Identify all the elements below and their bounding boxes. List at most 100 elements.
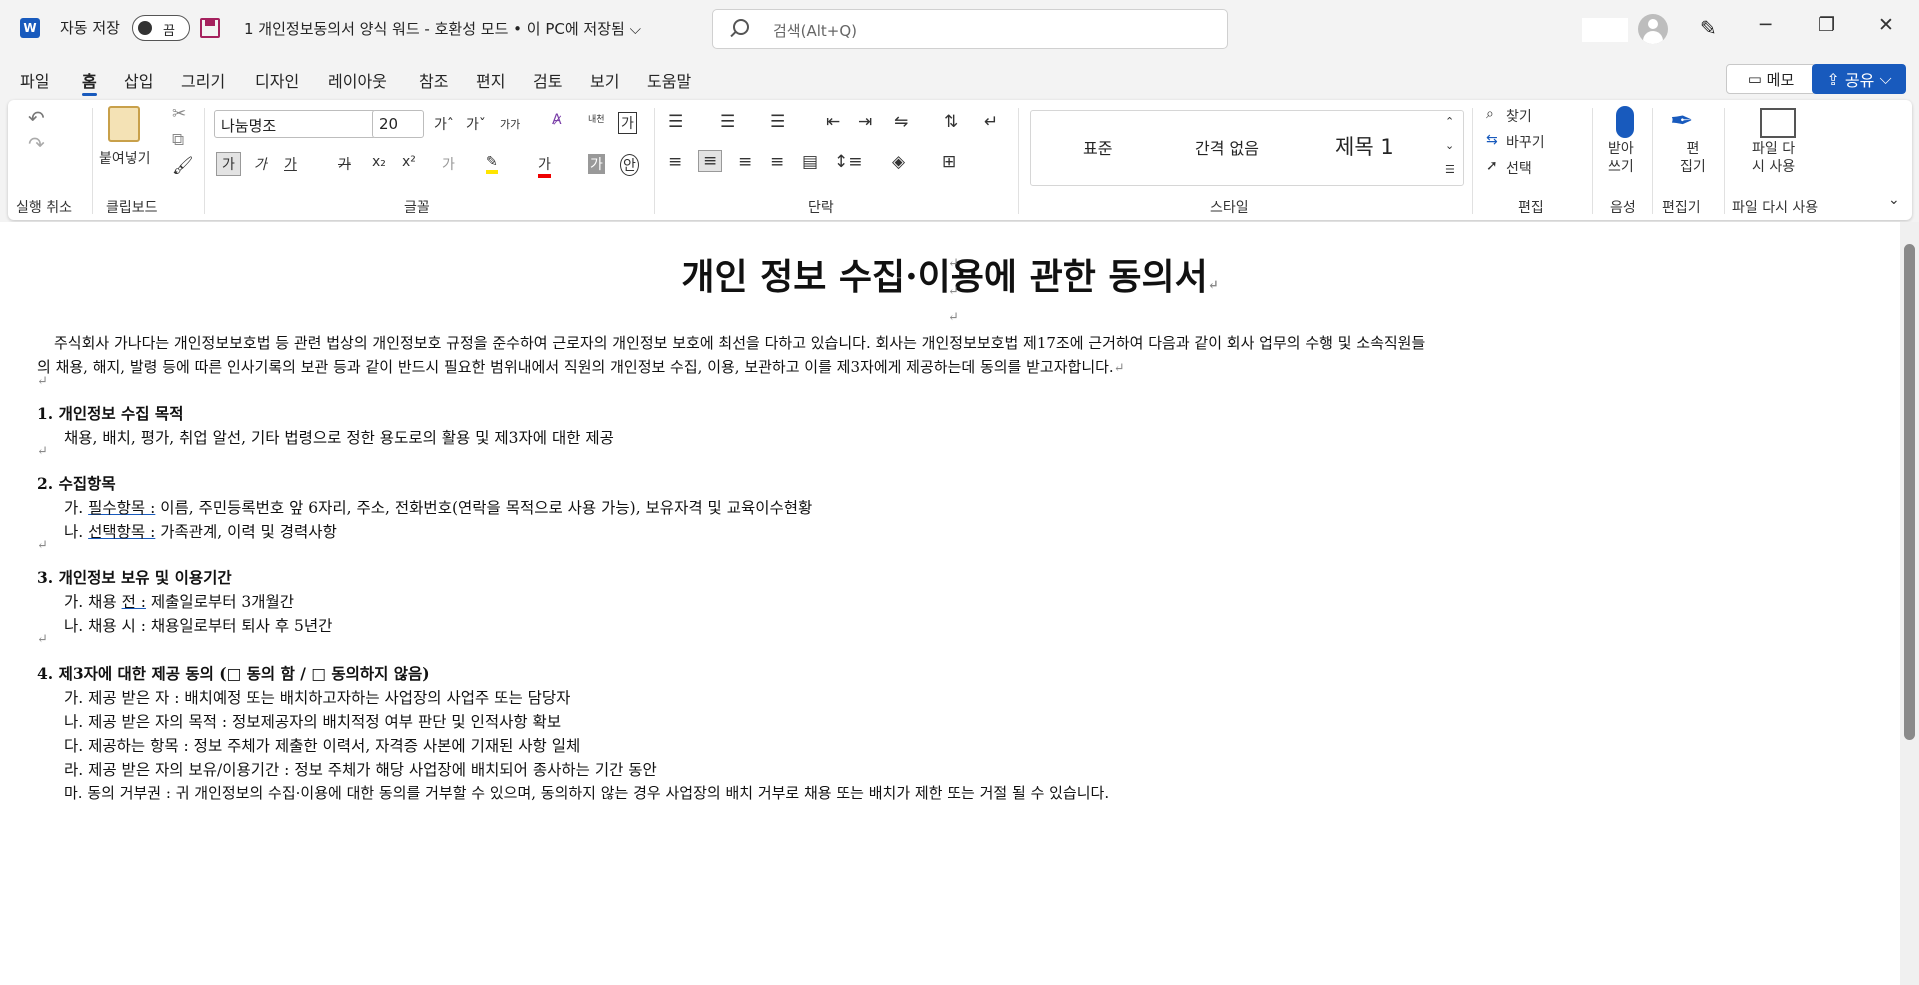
paragraph-mark: ↵	[948, 284, 959, 299]
find-button[interactable]: 찾기	[1506, 106, 1532, 126]
styles-scroll-down[interactable]: ⌄	[1445, 139, 1454, 152]
reuse-file-button[interactable]: 파일 다 시 사용	[1752, 140, 1795, 176]
divider	[1724, 108, 1725, 214]
collapse-ribbon-icon[interactable]: ⌄	[1888, 192, 1900, 208]
memo-button[interactable]: ▭ 메모	[1726, 64, 1816, 94]
item-text: 제출일로부터 3개월간	[145, 593, 295, 611]
copy-icon[interactable]: ⧉	[172, 130, 184, 150]
text-effects-icon[interactable]: 가	[442, 154, 455, 174]
format-painter-icon[interactable]: 🖌	[172, 156, 194, 176]
align-center-icon[interactable]: ≡	[698, 150, 723, 172]
font-size-box[interactable]: 20	[372, 110, 424, 138]
borders-icon[interactable]: ⊞	[942, 152, 956, 172]
clear-format-icon[interactable]: A̷	[552, 112, 562, 128]
bold-button[interactable]: 가	[216, 152, 241, 176]
decrease-indent-icon[interactable]: ⇤	[826, 112, 840, 132]
item-text: 이름, 주민등록번호 앞 6자리, 주소, 전화번호(연락을 목적으로 사용 가…	[155, 499, 813, 517]
style-heading-1[interactable]: 제목 1	[1335, 131, 1394, 161]
italic-button[interactable]: 가	[254, 154, 267, 174]
section-2-item-a: 가. 필수항목 : 이름, 주민등록번호 앞 6자리, 주소, 전화번호(연락을…	[64, 496, 812, 518]
font-name-box[interactable]: 나눔명조	[214, 110, 376, 138]
tab-layout[interactable]: 레이아웃	[328, 68, 387, 92]
show-marks-icon[interactable]: ↵	[984, 112, 998, 132]
redo-icon[interactable]: ↷	[28, 132, 45, 156]
text-direction-icon[interactable]: ⇋	[894, 112, 908, 132]
paste-label[interactable]: 붙여넣기	[99, 148, 151, 168]
subscript-button[interactable]: x₂	[372, 154, 386, 170]
align-right-icon[interactable]: ≡	[738, 152, 752, 172]
strikethrough-button[interactable]: 가	[338, 154, 351, 174]
vertical-scrollbar[interactable]	[1900, 222, 1919, 985]
editor-button[interactable]: 편 집기	[1680, 140, 1706, 176]
sort-icon[interactable]: ⇅	[944, 112, 958, 132]
align-left-icon[interactable]: ≡	[668, 152, 682, 172]
section-1-item: 채용, 배치, 평가, 취업 알선, 기타 법령으로 정한 용도로의 활용 및 …	[64, 429, 614, 447]
reuse-file-icon[interactable]	[1760, 108, 1796, 138]
restore-button[interactable]: ❐	[1818, 14, 1835, 36]
close-button[interactable]: ✕	[1878, 14, 1894, 36]
grow-font-icon[interactable]: 가ˆ	[434, 114, 454, 134]
replace-icon[interactable]: ⇆	[1486, 132, 1498, 148]
select-icon[interactable]: ➚	[1486, 158, 1498, 174]
multilevel-list-icon[interactable]: ☰	[770, 112, 785, 132]
paragraph-mark: ↵	[37, 538, 48, 553]
divider	[1472, 108, 1473, 214]
distribute-icon[interactable]: ▤	[802, 152, 818, 172]
font-color-icon[interactable]: 가	[538, 154, 551, 178]
share-label: 공유	[1844, 71, 1875, 90]
cut-icon[interactable]: ✂	[172, 104, 186, 124]
undo-icon[interactable]: ↶	[28, 106, 45, 130]
char-shading-icon[interactable]: 가	[588, 154, 605, 174]
item-prefix: 나.	[64, 523, 89, 541]
line-spacing-icon[interactable]: ↕≡	[834, 152, 863, 172]
justify-icon[interactable]: ≡	[770, 152, 784, 172]
tab-review[interactable]: 검토	[533, 68, 562, 92]
numbering-icon[interactable]: ☰	[720, 112, 735, 132]
find-icon[interactable]: ⌕	[1486, 106, 1494, 122]
tab-home[interactable]: 홈	[82, 68, 97, 96]
share-button[interactable]: ⇪ 공유 ⌵	[1812, 64, 1906, 94]
designer-pen-icon[interactable]: ✎	[1700, 16, 1717, 40]
tab-draw[interactable]: 그리기	[181, 68, 225, 92]
search-icon	[733, 19, 749, 35]
tab-help[interactable]: 도움말	[647, 68, 691, 92]
replace-button[interactable]: 바꾸기	[1506, 132, 1545, 152]
style-normal[interactable]: 표준	[1083, 135, 1112, 159]
phonetic-icon[interactable]: 내천	[588, 112, 605, 125]
change-case-icon[interactable]: 가가	[500, 116, 520, 132]
account-name-box[interactable]	[1582, 18, 1628, 42]
search-box[interactable]: 검색(Alt+Q)	[712, 9, 1228, 49]
save-icon[interactable]	[200, 18, 220, 38]
document-title[interactable]: 1 개인정보동의서 양식 워드 - 호환성 모드 • 이 PC에 저장됨 ⌵	[244, 18, 641, 39]
tab-mailings[interactable]: 편지	[476, 68, 505, 92]
editor-icon[interactable]: ✒	[1670, 104, 1693, 137]
style-no-spacing[interactable]: 간격 없음	[1195, 135, 1259, 159]
bullets-icon[interactable]: ☰	[668, 112, 683, 132]
section-4-item-e: 마. 동의 거부권 : 귀 개인정보의 수집·이용에 대한 동의를 거부할 수 …	[64, 784, 1110, 802]
enclose-char-icon[interactable]: 안	[620, 154, 639, 176]
char-border-icon[interactable]: 가	[618, 112, 637, 134]
chevron-down-icon: ⌵	[1874, 69, 1892, 88]
superscript-button[interactable]: x²	[402, 154, 416, 170]
scrollbar-thumb[interactable]	[1904, 244, 1915, 740]
paste-icon[interactable]	[108, 106, 140, 142]
shrink-font-icon[interactable]: 가ˇ	[466, 114, 486, 134]
select-button[interactable]: 선택	[1506, 158, 1532, 178]
tab-view[interactable]: 보기	[590, 68, 619, 92]
dictate-button[interactable]: 받아 쓰기	[1608, 120, 1634, 176]
tab-insert[interactable]: 삽입	[124, 68, 153, 92]
avatar[interactable]	[1638, 14, 1668, 44]
increase-indent-icon[interactable]: ⇥	[858, 112, 872, 132]
autosave-toggle[interactable]: 끔	[132, 15, 190, 41]
tab-design[interactable]: 디자인	[255, 68, 299, 92]
tab-file[interactable]: 파일	[20, 68, 49, 92]
shading-icon[interactable]: ◈	[892, 152, 905, 172]
styles-scroll-up[interactable]: ⌃	[1445, 115, 1454, 128]
styles-more[interactable]: ☰	[1445, 163, 1455, 176]
document-page[interactable]: 개인 정보 수집·이용에 관한 동의서↵ ↵ ↵ ↵ 주식회사 가나다는 개인정…	[0, 222, 1900, 985]
highlight-icon[interactable]: ✎	[486, 154, 498, 174]
minimize-button[interactable]: ─	[1760, 14, 1771, 36]
underline-button[interactable]: 가	[284, 154, 297, 174]
section-1-heading: 1. 개인정보 수집 목적	[37, 404, 184, 423]
tab-references[interactable]: 참조	[419, 68, 448, 92]
